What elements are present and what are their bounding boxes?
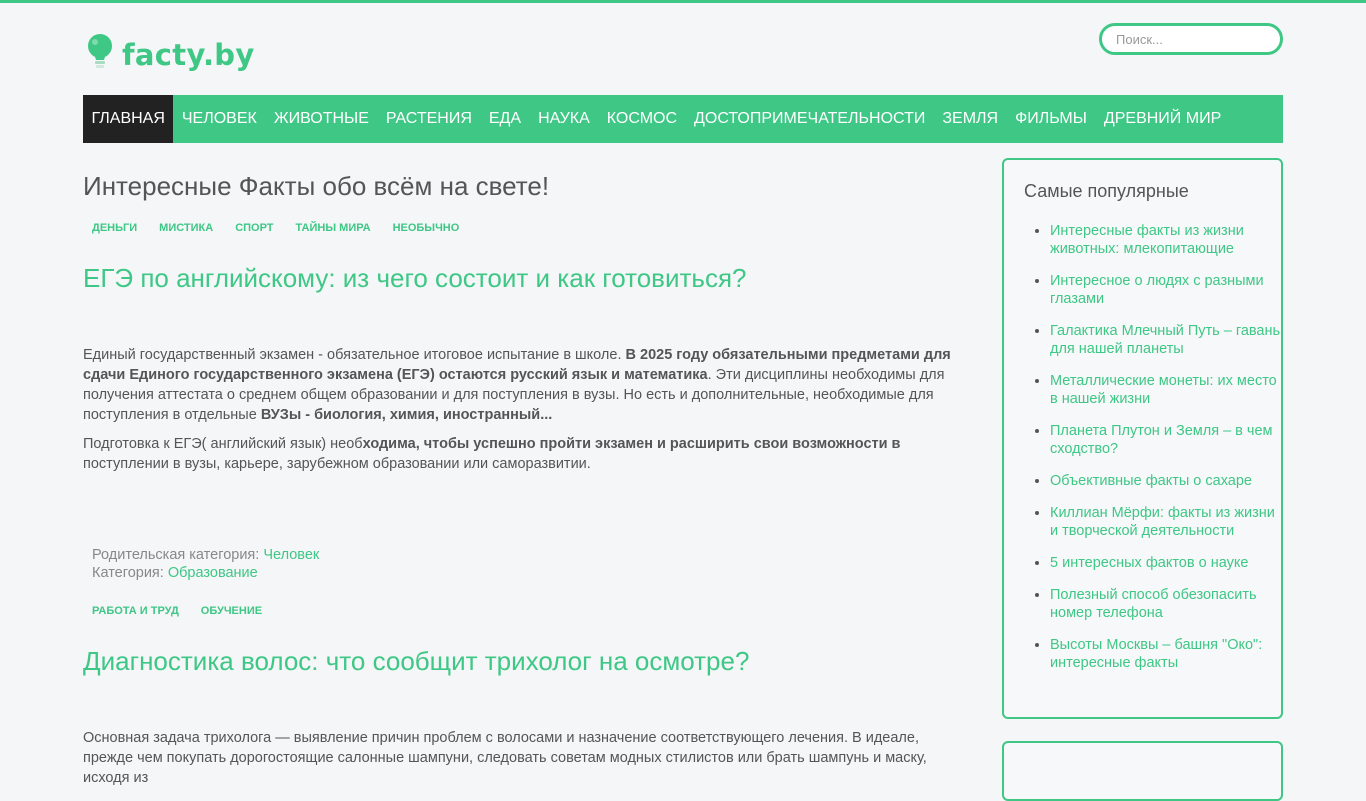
nav-item-films[interactable]: ФИЛЬМЫ (1007, 95, 1096, 143)
page-title: Интересные Факты обо всём на свете! (83, 171, 550, 201)
list-item: Планета Плутон и Земля – в чем сходство? (1050, 422, 1285, 458)
tag-world-mysteries[interactable]: ТАЙНЫ МИРА (296, 222, 371, 234)
tag-work[interactable]: РАБОТА И ТРУД (92, 605, 179, 617)
popular-link[interactable]: Галактика Млечный Путь – гавань для наше… (1050, 323, 1280, 357)
nav-item-space[interactable]: КОСМОС (598, 95, 685, 143)
tag-unusual[interactable]: НЕОБЫЧНО (393, 222, 460, 234)
tag-money[interactable]: ДЕНЬГИ (92, 222, 137, 234)
list-item: Интересные факты из жизни животных: млек… (1050, 222, 1285, 258)
tag-sport[interactable]: СПОРТ (235, 222, 273, 234)
popular-sidebar: Самые популярные Интересные факты из жиз… (1002, 158, 1283, 719)
popular-link[interactable]: Объективные факты о сахаре (1050, 473, 1252, 489)
nav-item-ancient-world[interactable]: ДРЕВНИЙ МИР (1095, 95, 1229, 143)
category: Категория: Образование (92, 564, 319, 582)
list-item: Интересное о людях с разными глазами (1050, 272, 1285, 308)
category-label: Категория: (92, 565, 168, 581)
list-item: Киллиан Мёрфи: факты из жизни и творческ… (1050, 504, 1285, 540)
parent-category-label: Родительская категория: (92, 547, 264, 563)
sidebar-widget (1002, 741, 1283, 801)
list-item: 5 интересных фактов о науке (1050, 554, 1285, 572)
text-run: Подготовка к ЕГЭ( английский язык) необ (83, 436, 363, 452)
text-run-bold: ВУЗы - биология, химия, иностранный... (260, 407, 553, 423)
parent-category: Родительская категория: Человек (92, 546, 319, 564)
list-item: Металлические монеты: их место в нашей ж… (1050, 372, 1285, 408)
nav-item-science[interactable]: НАУКА (530, 95, 599, 143)
text-run: Единый государственный экзамен - обязате… (83, 347, 626, 363)
text-run-bold: ходима, чтобы успешно пройти экзамен и р… (362, 436, 901, 452)
popular-link[interactable]: Интересные факты из жизни животных: млек… (1050, 223, 1244, 257)
category-link[interactable]: Образование (168, 565, 258, 581)
nav-item-food[interactable]: ЕДА (480, 95, 529, 143)
nav-item-plants[interactable]: РАСТЕНИЯ (377, 95, 480, 143)
search-input[interactable] (1099, 23, 1283, 55)
main-nav: ГЛАВНАЯ ЧЕЛОВЕК ЖИВОТНЫЕ РАСТЕНИЯ ЕДА НА… (83, 95, 1283, 143)
article-paragraph: Основная задача трихолога — выявление пр… (83, 730, 927, 786)
lightbulb-icon (86, 33, 114, 76)
article-meta: Родительская категория: Человек Категори… (92, 546, 319, 582)
nav-item-earth[interactable]: ЗЕМЛЯ (934, 95, 1007, 143)
site-logo[interactable]: facty.by (86, 33, 255, 76)
list-item: Высоты Москвы – башня "Око": интересные … (1050, 636, 1285, 672)
article-tags: РАБОТА И ТРУД ОБУЧЕНИЕ (92, 605, 262, 617)
nav-item-home[interactable]: ГЛАВНАЯ (83, 95, 174, 143)
popular-list: Интересные факты из жизни животных: млек… (1004, 222, 1285, 686)
popular-link[interactable]: Металлические монеты: их место в нашей ж… (1050, 373, 1277, 407)
tag-mystic[interactable]: МИСТИКА (159, 222, 213, 234)
tag-education[interactable]: ОБУЧЕНИЕ (201, 605, 262, 617)
logo-text: facty.by (122, 37, 255, 72)
article-paragraph: Подготовка к ЕГЭ( английский язык) необх… (83, 434, 973, 474)
article-title[interactable]: Диагностика волос: что сообщит трихолог … (83, 646, 749, 677)
popular-link[interactable]: Планета Плутон и Земля – в чем сходство? (1050, 423, 1273, 457)
sidebar-title: Самые популярные (1024, 181, 1189, 201)
popular-link[interactable]: 5 интересных фактов о науке (1050, 555, 1248, 571)
top-tags: ДЕНЬГИ МИСТИКА СПОРТ ТАЙНЫ МИРА НЕОБЫЧНО (92, 222, 459, 234)
popular-link[interactable]: Киллиан Мёрфи: факты из жизни и творческ… (1050, 505, 1275, 539)
list-item: Объективные факты о сахаре (1050, 472, 1285, 490)
popular-link[interactable]: Интересное о людях с разными глазами (1050, 273, 1264, 307)
popular-link[interactable]: Высоты Москвы – башня "Око": интересные … (1050, 637, 1262, 671)
list-item: Галактика Млечный Путь – гавань для наше… (1050, 322, 1285, 358)
list-item: Полезный способ обезопасить номер телефо… (1050, 586, 1285, 622)
nav-item-animals[interactable]: ЖИВОТНЫЕ (265, 95, 377, 143)
popular-link[interactable]: Полезный способ обезопасить номер телефо… (1050, 587, 1257, 621)
text-run: поступлении в вузы, карьере, зарубежном … (83, 456, 591, 472)
parent-category-link[interactable]: Человек (263, 547, 319, 563)
article-paragraph: Единый государственный экзамен - обязате… (83, 345, 973, 425)
nav-item-sights[interactable]: ДОСТОПРИМЕЧАТЕЛЬНОСТИ (686, 95, 934, 143)
nav-item-human[interactable]: ЧЕЛОВЕК (173, 95, 265, 143)
article-title[interactable]: ЕГЭ по английскому: из чего состоит и ка… (83, 263, 747, 294)
